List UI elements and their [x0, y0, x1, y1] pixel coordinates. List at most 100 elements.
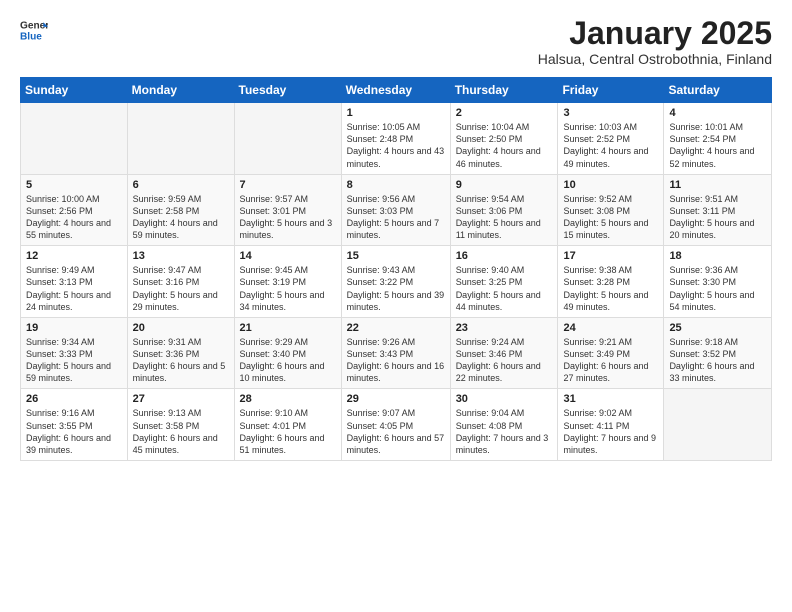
day-number: 5 [26, 179, 122, 191]
header-area: General Blue January 2025 Halsua, Centra… [20, 16, 772, 67]
calendar-cell [664, 389, 772, 461]
day-number: 27 [133, 393, 229, 405]
day-number: 9 [456, 179, 553, 191]
day-info: Sunrise: 9:18 AMSunset: 3:52 PMDaylight:… [669, 336, 766, 385]
day-info: Sunrise: 10:00 AMSunset: 2:56 PMDaylight… [26, 193, 122, 242]
day-number: 10 [563, 179, 658, 191]
day-info: Sunrise: 9:49 AMSunset: 3:13 PMDaylight:… [26, 264, 122, 313]
calendar-cell: 17 Sunrise: 9:38 AMSunset: 3:28 PMDayligh… [558, 246, 664, 318]
day-info: Sunrise: 9:04 AMSunset: 4:08 PMDaylight:… [456, 407, 553, 456]
calendar-cell: 2 Sunrise: 10:04 AMSunset: 2:50 PMDayligh… [450, 103, 558, 175]
weekday-header-wednesday: Wednesday [341, 78, 450, 103]
weekday-header-sunday: Sunday [21, 78, 128, 103]
day-number: 26 [26, 393, 122, 405]
day-info: Sunrise: 9:56 AMSunset: 3:03 PMDaylight:… [347, 193, 445, 242]
day-number: 3 [563, 107, 658, 119]
calendar-cell [127, 103, 234, 175]
day-info: Sunrise: 9:02 AMSunset: 4:11 PMDaylight:… [563, 407, 658, 456]
day-number: 14 [240, 250, 336, 262]
weekday-header-tuesday: Tuesday [234, 78, 341, 103]
day-info: Sunrise: 9:52 AMSunset: 3:08 PMDaylight:… [563, 193, 658, 242]
calendar-table: SundayMondayTuesdayWednesdayThursdayFrid… [20, 77, 772, 461]
calendar-cell: 24Sunrise: 9:21 AMSunset: 3:49 PMDayligh… [558, 317, 664, 389]
calendar-cell: 6 Sunrise: 9:59 AMSunset: 2:58 PMDaylight… [127, 174, 234, 246]
day-number: 7 [240, 179, 336, 191]
day-info: Sunrise: 9:26 AMSunset: 3:43 PMDaylight:… [347, 336, 445, 385]
weekday-header-row: SundayMondayTuesdayWednesdayThursdayFrid… [21, 78, 772, 103]
day-number: 6 [133, 179, 229, 191]
day-info: Sunrise: 9:13 AMSunset: 3:58 PMDaylight:… [133, 407, 229, 456]
day-info: Sunrise: 9:59 AMSunset: 2:58 PMDaylight:… [133, 193, 229, 242]
day-info: Sunrise: 9:40 AMSunset: 3:25 PMDaylight:… [456, 264, 553, 313]
calendar-week-2: 5 Sunrise: 10:00 AMSunset: 2:56 PMDayligh… [21, 174, 772, 246]
page: General Blue January 2025 Halsua, Centra… [0, 0, 792, 477]
day-number: 15 [347, 250, 445, 262]
weekday-header-friday: Friday [558, 78, 664, 103]
day-number: 25 [669, 322, 766, 334]
calendar-cell: 30 Sunrise: 9:04 AMSunset: 4:08 PMDayligh… [450, 389, 558, 461]
calendar-cell: 18 Sunrise: 9:36 AMSunset: 3:30 PMDayligh… [664, 246, 772, 318]
calendar-cell: 10 Sunrise: 9:52 AMSunset: 3:08 PMDayligh… [558, 174, 664, 246]
calendar-cell: 22 Sunrise: 9:26 AMSunset: 3:43 PMDayligh… [341, 317, 450, 389]
day-number: 1 [347, 107, 445, 119]
logo: General Blue [20, 16, 48, 44]
day-info: Sunrise: 9:51 AMSunset: 3:11 PMDaylight:… [669, 193, 766, 242]
calendar-cell: 26Sunrise: 9:16 AMSunset: 3:55 PMDayligh… [21, 389, 128, 461]
day-info: Sunrise: 9:43 AMSunset: 3:22 PMDaylight:… [347, 264, 445, 313]
calendar-cell: 25 Sunrise: 9:18 AMSunset: 3:52 PMDayligh… [664, 317, 772, 389]
logo-icon: General Blue [20, 16, 48, 44]
day-info: Sunrise: 10:01 AMSunset: 2:54 PMDaylight… [669, 121, 766, 170]
day-number: 18 [669, 250, 766, 262]
calendar-cell: 11 Sunrise: 9:51 AMSunset: 3:11 PMDayligh… [664, 174, 772, 246]
day-info: Sunrise: 9:24 AMSunset: 3:46 PMDaylight:… [456, 336, 553, 385]
day-number: 8 [347, 179, 445, 191]
day-info: Sunrise: 9:38 AMSunset: 3:28 PMDaylight:… [563, 264, 658, 313]
weekday-header-monday: Monday [127, 78, 234, 103]
weekday-header-saturday: Saturday [664, 78, 772, 103]
day-number: 29 [347, 393, 445, 405]
calendar-cell: 15 Sunrise: 9:43 AMSunset: 3:22 PMDayligh… [341, 246, 450, 318]
day-info: Sunrise: 9:47 AMSunset: 3:16 PMDaylight:… [133, 264, 229, 313]
day-info: Sunrise: 9:54 AMSunset: 3:06 PMDaylight:… [456, 193, 553, 242]
calendar-cell [234, 103, 341, 175]
day-info: Sunrise: 9:36 AMSunset: 3:30 PMDaylight:… [669, 264, 766, 313]
calendar-week-1: 1 Sunrise: 10:05 AMSunset: 2:48 PMDayligh… [21, 103, 772, 175]
day-number: 24 [563, 322, 658, 334]
calendar-cell: 13Sunrise: 9:47 AMSunset: 3:16 PMDayligh… [127, 246, 234, 318]
day-number: 17 [563, 250, 658, 262]
calendar-cell: 29 Sunrise: 9:07 AMSunset: 4:05 PMDayligh… [341, 389, 450, 461]
day-number: 20 [133, 322, 229, 334]
calendar-cell: 14 Sunrise: 9:45 AMSunset: 3:19 PMDayligh… [234, 246, 341, 318]
day-info: Sunrise: 9:57 AMSunset: 3:01 PMDaylight:… [240, 193, 336, 242]
calendar-cell [21, 103, 128, 175]
day-number: 12 [26, 250, 122, 262]
day-number: 11 [669, 179, 766, 191]
day-info: Sunrise: 10:03 AMSunset: 2:52 PMDaylight… [563, 121, 658, 170]
day-number: 16 [456, 250, 553, 262]
calendar-cell: 16 Sunrise: 9:40 AMSunset: 3:25 PMDayligh… [450, 246, 558, 318]
calendar-cell: 19Sunrise: 9:34 AMSunset: 3:33 PMDayligh… [21, 317, 128, 389]
calendar-cell: 4Sunrise: 10:01 AMSunset: 2:54 PMDayligh… [664, 103, 772, 175]
day-info: Sunrise: 9:10 AMSunset: 4:01 PMDaylight:… [240, 407, 336, 456]
day-number: 21 [240, 322, 336, 334]
calendar-cell: 31 Sunrise: 9:02 AMSunset: 4:11 PMDayligh… [558, 389, 664, 461]
calendar-week-5: 26Sunrise: 9:16 AMSunset: 3:55 PMDayligh… [21, 389, 772, 461]
day-number: 2 [456, 107, 553, 119]
calendar-week-3: 12 Sunrise: 9:49 AMSunset: 3:13 PMDayligh… [21, 246, 772, 318]
day-number: 22 [347, 322, 445, 334]
day-info: Sunrise: 9:07 AMSunset: 4:05 PMDaylight:… [347, 407, 445, 456]
day-number: 23 [456, 322, 553, 334]
day-info: Sunrise: 9:31 AMSunset: 3:36 PMDaylight:… [133, 336, 229, 385]
day-number: 31 [563, 393, 658, 405]
calendar-title: January 2025 [538, 16, 772, 51]
day-number: 30 [456, 393, 553, 405]
weekday-header-thursday: Thursday [450, 78, 558, 103]
calendar-cell: 21 Sunrise: 9:29 AMSunset: 3:40 PMDayligh… [234, 317, 341, 389]
day-number: 28 [240, 393, 336, 405]
day-info: Sunrise: 10:05 AMSunset: 2:48 PMDaylight… [347, 121, 445, 170]
day-info: Sunrise: 9:45 AMSunset: 3:19 PMDaylight:… [240, 264, 336, 313]
day-info: Sunrise: 9:29 AMSunset: 3:40 PMDaylight:… [240, 336, 336, 385]
title-block: January 2025 Halsua, Central Ostrobothni… [538, 16, 772, 67]
calendar-week-4: 19Sunrise: 9:34 AMSunset: 3:33 PMDayligh… [21, 317, 772, 389]
day-info: Sunrise: 10:04 AMSunset: 2:50 PMDaylight… [456, 121, 553, 170]
